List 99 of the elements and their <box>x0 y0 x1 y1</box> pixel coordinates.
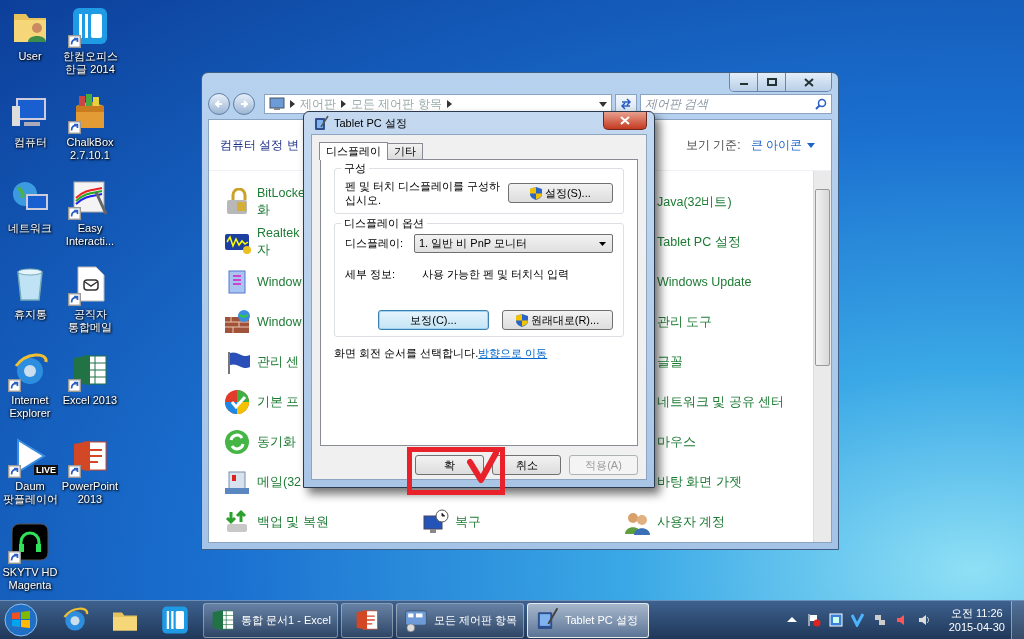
control-panel-item[interactable]: 백업 및 복원 <box>223 502 329 542</box>
clock-date: 2015-04-30 <box>948 620 1005 634</box>
view-by-label: 보기 기준: <box>686 136 741 154</box>
button[interactable]: 원래대로(R)... <box>502 310 613 330</box>
icon-label: 휴지통 <box>12 308 48 321</box>
control-panel-icon <box>269 97 285 112</box>
taskbar-button[interactable]: Tablet PC 설정 <box>527 602 649 638</box>
control-panel-item[interactable]: 글꼴 <box>657 342 683 382</box>
control-panel-item[interactable]: 사용자 계정 <box>623 502 726 542</box>
color-circle-check-icon <box>223 388 251 416</box>
control-panel-item[interactable]: 기본 프 <box>223 382 300 422</box>
control-panel-item[interactable]: Java(32비트) <box>657 182 732 222</box>
link[interactable]: 방향으로 이동 <box>478 347 548 359</box>
icon-label: ChalkBox 2.7.10.1 <box>65 136 115 162</box>
control-panel-item[interactable]: 바탕 화면 가젯 <box>657 462 742 502</box>
brick-wall-icon <box>223 308 251 336</box>
icon-label: 공직자 통합메일 <box>67 308 113 334</box>
close-button[interactable] <box>786 73 831 91</box>
control-panel-item[interactable]: 관리 센 <box>223 342 300 382</box>
icon-label: Daum 팟플레이어 <box>1 480 59 506</box>
show-desktop-button[interactable] <box>1011 600 1024 639</box>
dropdown-caret-icon <box>599 101 607 107</box>
speaker-icon <box>916 613 931 627</box>
headphones-icon <box>10 522 50 562</box>
control-panel-item[interactable]: Windows Update <box>657 262 752 302</box>
caret-icon <box>807 142 815 148</box>
icon-label: 컴퓨터 <box>12 136 48 149</box>
button[interactable]: 확 <box>415 455 484 475</box>
display-dropdown[interactable]: 1. 일반 비 PnP 모니터 <box>414 234 613 253</box>
back-arrow-icon <box>214 99 224 110</box>
icon-label: 한컴오피스 한글 2014 <box>61 50 119 76</box>
minimize-button[interactable] <box>730 73 758 91</box>
chevron-icon <box>446 100 452 109</box>
refresh-icon <box>620 98 632 111</box>
button[interactable]: 설정(S)... <box>507 183 613 203</box>
window-title: Tablet PC 설정 <box>334 115 408 131</box>
field-label: 세부 정보: <box>345 267 396 282</box>
taskbar-button[interactable]: 통합 문서1 - Excel <box>203 602 338 638</box>
control-panel-item[interactable]: 마우스 <box>657 422 696 462</box>
hint-text: 화면 회전 순서를 선택합니다.방향으로 이동 <box>334 346 549 361</box>
tab[interactable]: 기타 <box>387 143 423 159</box>
control-panel-item[interactable]: 복구 <box>421 502 481 542</box>
control-panel-item[interactable]: 동기화 <box>223 422 296 462</box>
group-title: 디스플레이 옵션 <box>341 216 428 231</box>
network-icon <box>872 613 887 627</box>
scrollbar[interactable] <box>813 171 831 542</box>
chevron-icon <box>341 100 346 109</box>
close-icon <box>620 116 630 125</box>
computer-clock-icon <box>421 508 449 536</box>
field-value: 사용 가능한 펜 및 터치식 입력 <box>422 267 570 282</box>
clock-time: 오전 11:26 <box>950 606 1003 620</box>
icon-label: SKYTV HD Magenta <box>1 566 59 592</box>
icon-label: 네트워크 <box>7 222 53 235</box>
view-by-dropdown[interactable]: 큰 아이콘 <box>750 136 815 154</box>
document-app-icon <box>70 6 110 46</box>
icon-label: Excel 2013 <box>61 394 119 407</box>
close-button[interactable] <box>603 112 647 130</box>
maximize-button[interactable] <box>758 73 786 91</box>
caret-icon <box>599 241 606 246</box>
check-mark-icon <box>467 450 499 484</box>
group-title: 구성 <box>341 161 369 176</box>
page-heading: 컴퓨터 설정 변 <box>220 136 299 154</box>
control-panel-item[interactable]: 관리 도구 <box>657 302 713 342</box>
tab[interactable]: 디스플레이 <box>319 142 388 160</box>
search-icon <box>815 98 827 111</box>
icon-label: PowerPoint 2013 <box>60 480 120 506</box>
chevron-icon <box>290 100 295 109</box>
tablet-pen-icon <box>313 115 329 131</box>
button[interactable]: 보정(C)... <box>378 310 489 330</box>
control-panel-icon <box>402 607 429 633</box>
control-panel-item[interactable]: Window <box>223 262 302 302</box>
forward-button[interactable] <box>233 93 255 116</box>
document-app-icon <box>160 605 190 635</box>
live-badge: LIVE <box>34 465 58 475</box>
taskbar-button[interactable]: 모든 제어판 항목 <box>395 602 524 638</box>
control-panel-item[interactable]: Window <box>223 302 302 342</box>
control-panel-item[interactable]: 메일(32 <box>223 462 302 502</box>
control-panel-item[interactable]: 네트워크 및 공유 센터 <box>657 382 785 422</box>
control-panel-item[interactable]: Tablet PC 설정 <box>657 222 741 262</box>
icon-label: Internet Explorer <box>8 394 52 420</box>
icon-label: Easy Interacti... <box>64 222 116 248</box>
control-panel-item[interactable]: BitLocke 화 <box>223 182 305 222</box>
taskbar-button[interactable] <box>340 602 393 638</box>
start-button[interactable] <box>2 602 40 638</box>
close-icon <box>803 77 814 87</box>
mail-building-icon <box>223 468 251 496</box>
forward-arrow-icon <box>239 99 249 110</box>
spreadsheet-icon <box>210 607 236 633</box>
flag-error-icon <box>806 613 821 627</box>
control-panel-item[interactable]: Realtek 자 <box>223 222 300 262</box>
search-field[interactable]: 제어판 검색 <box>640 94 832 115</box>
maximize-icon <box>766 78 777 86</box>
description-text: 펜 및 터치 디스플레이를 구성하십시오. <box>345 179 502 207</box>
icon-label: User <box>17 50 43 63</box>
app-icon <box>828 613 843 627</box>
back-button[interactable] <box>208 93 230 116</box>
field-label: 디스플레이: <box>345 236 404 251</box>
v-logo-icon <box>850 613 865 627</box>
sync-icon <box>223 428 251 456</box>
